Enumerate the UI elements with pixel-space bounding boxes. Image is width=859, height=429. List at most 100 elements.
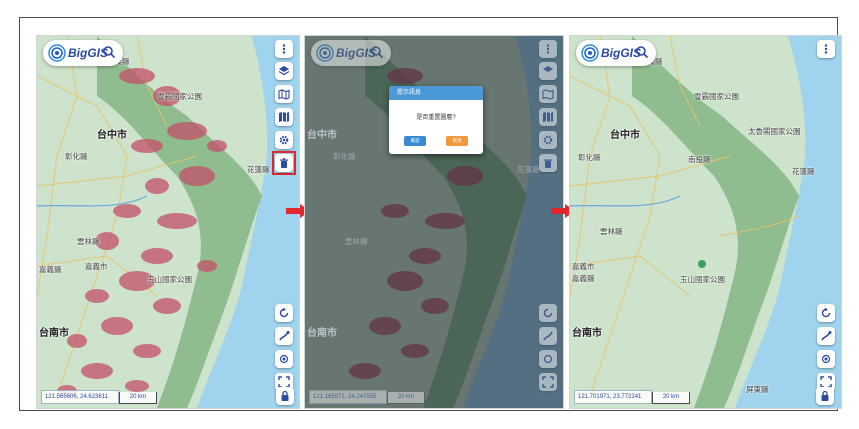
fullscreen-icon <box>542 376 554 388</box>
map-panel-dialog[interactable]: 台中市 彰化縣 花蓮縣 雲林縣 台南市 BigGIS 121.165971, 2… <box>304 35 564 409</box>
route-icon <box>821 331 832 341</box>
fullscreen-button[interactable] <box>539 373 557 391</box>
reset-confirm-dialog: 提示訊息 是否重置圖層? 確認 取消 <box>389 86 483 154</box>
gear-icon <box>543 135 553 145</box>
layers-button[interactable] <box>275 62 293 80</box>
trash-icon <box>280 158 288 168</box>
locate-button[interactable] <box>275 350 293 368</box>
map-panel-after[interactable]: 苗栗縣 雪霸國家公園 台中市 太魯閣國家公園 彰化縣 南投縣 花蓮縣 雲林縣 嘉… <box>569 35 842 409</box>
label-taichung: 台中市 <box>610 130 640 141</box>
route-icon <box>543 331 553 341</box>
label-chiayi-city: 嘉義市 <box>85 262 108 271</box>
more-menu-button[interactable] <box>539 40 557 58</box>
layers-button[interactable] <box>539 62 557 80</box>
layers-icon <box>543 66 553 72</box>
more-vert-icon <box>282 44 286 54</box>
map-open-button[interactable] <box>275 108 293 126</box>
route-button[interactable] <box>817 327 835 345</box>
refresh-icon <box>821 307 831 318</box>
map-open-button[interactable] <box>539 108 557 126</box>
coordinate-readout: 121.701971, 23.772241 <box>574 390 652 404</box>
coordinate-readout: 121.565606, 24.623611 <box>41 390 119 404</box>
label-chiayi-county: 嘉義縣 <box>572 274 595 283</box>
label-chiayi-city: 嘉義市 <box>572 262 595 271</box>
label-hualien: 花蓮縣 <box>517 165 540 174</box>
refresh-button[interactable] <box>817 304 835 322</box>
basemap-button[interactable] <box>275 85 293 103</box>
map-icon <box>278 89 290 100</box>
locate-button[interactable] <box>817 350 835 368</box>
refresh-icon <box>279 307 289 318</box>
more-vert-icon <box>824 44 828 54</box>
search-bar[interactable]: BigGIS <box>311 40 391 66</box>
refresh-button[interactable] <box>539 304 557 322</box>
confirm-button[interactable]: 確認 <box>404 136 426 146</box>
label-changhua: 彰化縣 <box>578 153 601 162</box>
label-changhua: 彰化縣 <box>333 152 356 161</box>
label-tainan: 台南市 <box>572 328 602 339</box>
label-yushan: 玉山國家公園 <box>680 275 725 284</box>
map-open-icon <box>279 112 289 122</box>
more-menu-button[interactable] <box>817 40 835 58</box>
lock-icon <box>281 390 289 401</box>
label-changhua: 彰化縣 <box>65 152 88 161</box>
label-taichung: 台中市 <box>97 130 127 141</box>
label-yunlin: 雲林縣 <box>77 237 100 246</box>
label-taroko: 太魯閣國家公園 <box>748 127 801 136</box>
label-shei-pa: 雪霸國家公園 <box>157 92 202 101</box>
biggis-logo-icon <box>316 44 334 62</box>
more-vert-icon <box>546 44 550 54</box>
lock-icon <box>821 390 829 401</box>
map-open-icon <box>543 112 553 122</box>
dialog-message: 是否重置圖層? <box>416 115 456 121</box>
scale-bar: 20 km <box>387 392 425 404</box>
more-menu-button[interactable] <box>275 40 293 58</box>
biggis-logo-icon <box>581 44 599 62</box>
coordinate-readout: 121.165971, 24.247555 <box>309 390 387 404</box>
label-nantou: 南投縣 <box>688 155 711 164</box>
lock-button[interactable] <box>276 387 294 405</box>
layers-icon <box>278 66 290 76</box>
scale-bar: 20 km <box>652 392 690 404</box>
map-icon <box>542 89 554 100</box>
trash-icon <box>544 159 552 168</box>
locate-icon <box>821 354 831 364</box>
route-button[interactable] <box>539 327 557 345</box>
locate-icon <box>543 354 553 364</box>
label-tainan: 台南市 <box>39 328 69 339</box>
label-hualien: 花蓮縣 <box>792 167 815 176</box>
locate-button[interactable] <box>539 350 557 368</box>
settings-button[interactable] <box>275 131 293 149</box>
label-yunlin: 雲林縣 <box>345 237 368 246</box>
search-icon[interactable] <box>102 45 116 59</box>
route-icon <box>279 331 290 341</box>
refresh-button[interactable] <box>275 304 293 322</box>
biggis-logo-icon <box>48 44 66 62</box>
cancel-button[interactable]: 取消 <box>446 136 468 146</box>
gear-icon <box>279 135 289 145</box>
park-marker[interactable] <box>698 260 706 268</box>
refresh-icon <box>543 308 553 318</box>
search-bar[interactable]: BigGIS <box>576 40 656 66</box>
label-yushan: 玉山國家公園 <box>147 275 192 284</box>
label-chiayi-county: 嘉義縣 <box>39 265 62 274</box>
settings-button[interactable] <box>539 131 557 149</box>
label-yunlin: 雲林縣 <box>600 227 623 236</box>
label-taichung: 台中市 <box>307 130 337 141</box>
map-panel-before[interactable]: 苗栗縣 雪霸國家公園 台中市 彰化縣 花蓮縣 雲林縣 嘉義縣 嘉義市 玉山國家公… <box>36 35 300 409</box>
dialog-title: 提示訊息 <box>389 86 483 100</box>
search-icon[interactable] <box>370 45 384 59</box>
locate-icon <box>279 354 289 364</box>
route-button[interactable] <box>275 327 293 345</box>
label-hualien: 花蓮縣 <box>247 165 270 174</box>
label-shei-pa: 雪霸國家公園 <box>694 92 739 101</box>
label-pingtung: 屏東縣 <box>746 385 769 394</box>
reset-layers-button[interactable] <box>539 154 557 172</box>
lock-button[interactable] <box>816 387 834 405</box>
basemap-button[interactable] <box>539 85 557 103</box>
scale-bar: 20 km <box>119 392 157 404</box>
search-bar[interactable]: BigGIS <box>43 40 123 66</box>
reset-layers-button[interactable] <box>275 154 293 172</box>
label-tainan: 台南市 <box>307 328 337 339</box>
search-icon[interactable] <box>635 45 649 59</box>
